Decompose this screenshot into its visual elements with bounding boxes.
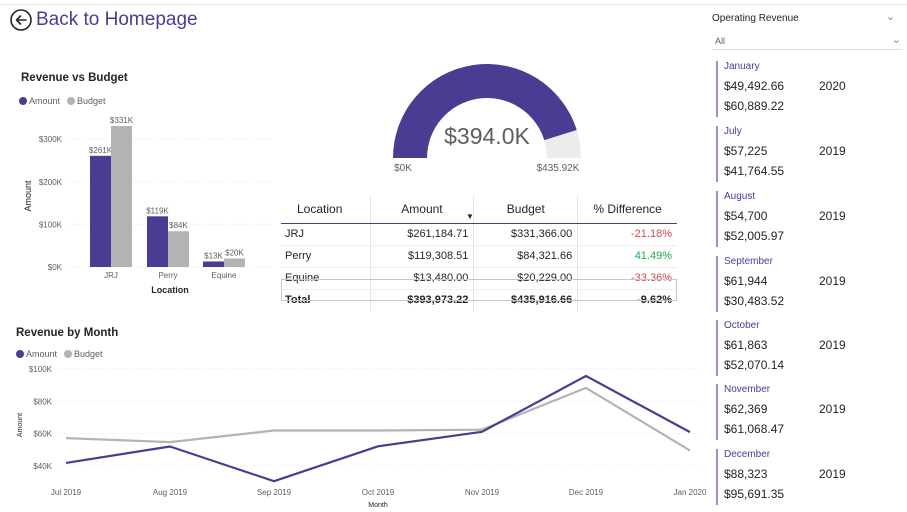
card-amount: $88,323 — [724, 467, 768, 481]
card-month: November — [724, 384, 771, 395]
x-tick-label: Aug 2019 — [153, 488, 188, 497]
card-amount: $49,492.66 — [724, 79, 785, 93]
y-axis-title: Amount — [17, 413, 24, 437]
card-year: 2019 — [819, 274, 846, 288]
card-amount: $61,944 — [724, 274, 768, 288]
series-line-amount — [65, 374, 691, 483]
card-amount: $57,225 — [724, 144, 768, 158]
operating-revenue-slicer-title: Operating Revenue — [712, 13, 799, 24]
card-year: 2020 — [819, 79, 846, 93]
card-month: July — [724, 126, 742, 137]
x-tick-label: Sep 2019 — [257, 488, 292, 497]
month-card-december[interactable]: December $88,323 2019 $95,691.35 — [716, 449, 886, 505]
dropdown-selected-value: All — [715, 36, 726, 46]
card-budget: $41,764.55 — [724, 164, 785, 178]
y-tick-label: $100K — [29, 365, 53, 374]
card-month: December — [724, 449, 771, 460]
chevron-down-icon[interactable]: ⌄ — [886, 10, 895, 23]
card-amount: $62,369 — [724, 402, 768, 416]
series-line-budget — [65, 386, 691, 452]
x-tick-label: Oct 2019 — [362, 488, 395, 497]
month-card-november[interactable]: November $62,369 2019 $61,068.47 — [716, 384, 886, 440]
card-budget: $60,889.22 — [724, 99, 785, 113]
operating-revenue-dropdown[interactable]: All ⌄ — [712, 31, 903, 50]
chevron-down-icon[interactable]: ⌄ — [892, 33, 901, 46]
month-card-january[interactable]: January $49,492.66 2020 $60,889.22 — [716, 61, 886, 117]
card-budget: $61,068.47 — [724, 422, 785, 436]
month-card-july[interactable]: July $57,225 2019 $41,764.55 — [716, 126, 886, 182]
card-amount: $54,700 — [724, 209, 768, 223]
y-tick-label: $40K — [33, 462, 52, 471]
card-budget: $52,005.97 — [724, 229, 785, 243]
card-budget: $95,691.35 — [724, 487, 785, 501]
card-month: October — [724, 320, 760, 331]
card-year: 2019 — [819, 402, 846, 416]
x-tick-label: Dec 2019 — [569, 488, 604, 497]
card-year: 2019 — [819, 144, 846, 158]
card-year: 2019 — [819, 467, 846, 481]
y-tick-label: $60K — [33, 430, 52, 439]
month-card-october[interactable]: October $61,863 2019 $52,070.14 — [716, 320, 886, 376]
month-card-august[interactable]: August $54,700 2019 $52,005.97 — [716, 191, 886, 247]
x-tick-label: Jan 2020 — [674, 488, 707, 497]
x-axis-title: Month — [368, 502, 388, 509]
card-budget: $52,070.14 — [724, 358, 785, 372]
x-tick-label: Nov 2019 — [465, 488, 500, 497]
y-tick-label: $80K — [33, 397, 52, 406]
card-month: January — [724, 61, 760, 72]
card-amount: $61,863 — [724, 338, 768, 352]
card-year: 2019 — [819, 209, 846, 223]
card-year: 2019 — [819, 338, 846, 352]
card-month: August — [724, 191, 756, 202]
card-month: September — [724, 256, 773, 267]
x-tick-label: Jul 2019 — [51, 488, 82, 497]
month-card-september[interactable]: September $61,944 2019 $30,483.52 — [716, 256, 886, 312]
card-budget: $30,483.52 — [724, 294, 785, 308]
